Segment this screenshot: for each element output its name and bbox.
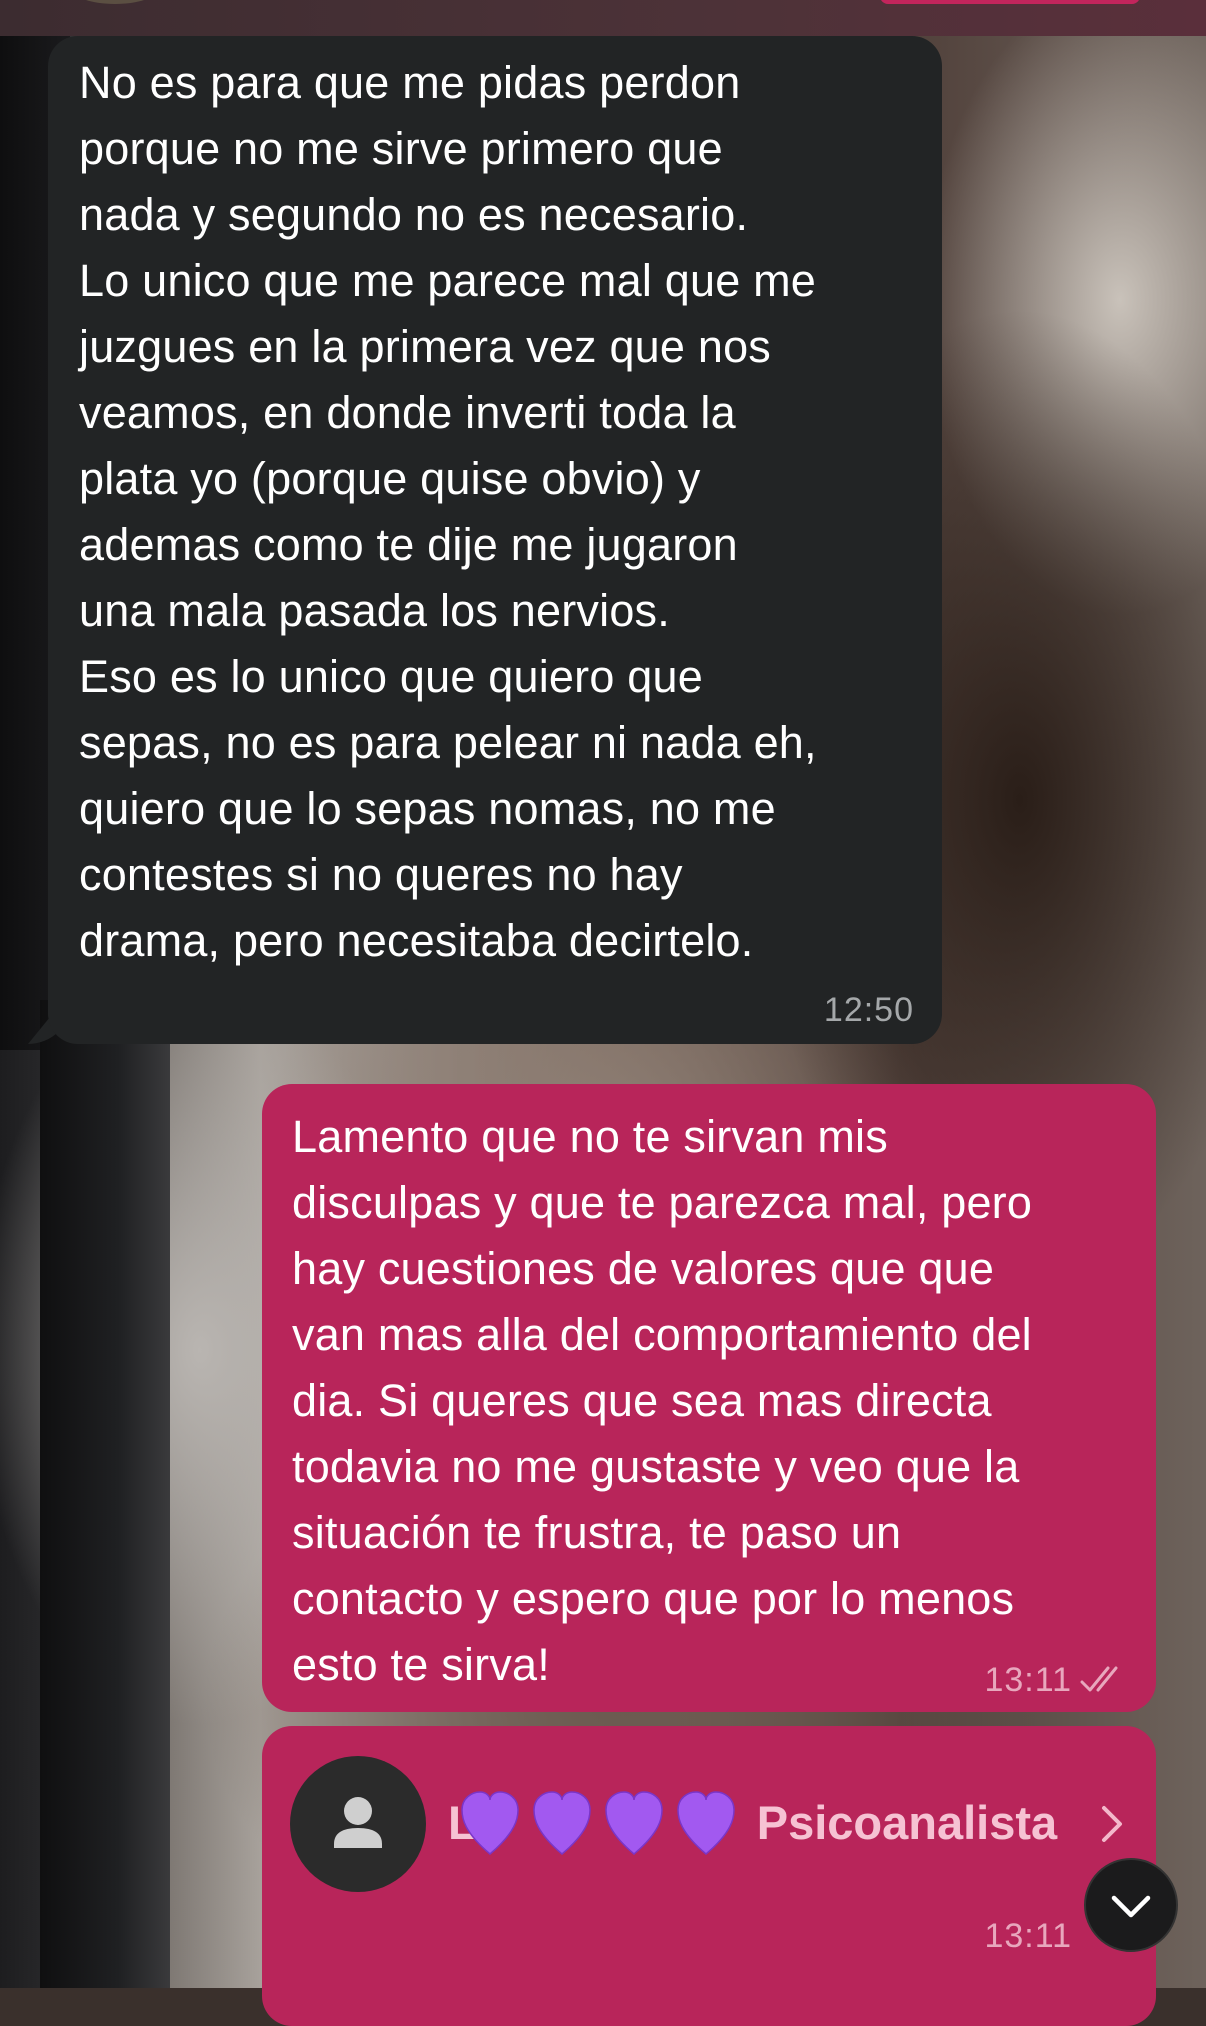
previous-message-strip	[0, 0, 1206, 36]
purple-heart-icon	[461, 1791, 735, 1855]
double-check-icon	[1080, 1666, 1118, 1692]
message-text: Lamento que no te sirvan mis disculpas y…	[292, 1111, 1033, 1690]
outgoing-message[interactable]: Lamento que no te sirvan mis disculpas y…	[262, 1084, 1156, 1712]
previous-bubble-edge	[880, 0, 1140, 4]
chevron-down-icon	[1111, 1895, 1151, 1918]
message-text: No es para que me pidas perdon porque no…	[79, 57, 817, 966]
message-time: 13:11	[984, 1661, 1072, 1699]
person-icon	[334, 1797, 382, 1848]
contact-name-suffix: Psicoanalista	[756, 1796, 1058, 1849]
message-time: 13:11	[984, 1917, 1072, 1955]
incoming-message[interactable]: No es para que me pidas perdon porque no…	[48, 36, 942, 1044]
scroll-to-bottom-button[interactable]	[1084, 1858, 1178, 1952]
contact-avatar	[290, 1756, 426, 1892]
contact-message[interactable]: L Psicoanalista 13:11	[262, 1726, 1156, 2026]
wallpaper-shadow	[40, 1000, 170, 1988]
message-time: 12:50	[823, 991, 914, 1029]
avatar	[70, 0, 160, 4]
chevron-right-icon[interactable]	[1092, 1802, 1132, 1846]
